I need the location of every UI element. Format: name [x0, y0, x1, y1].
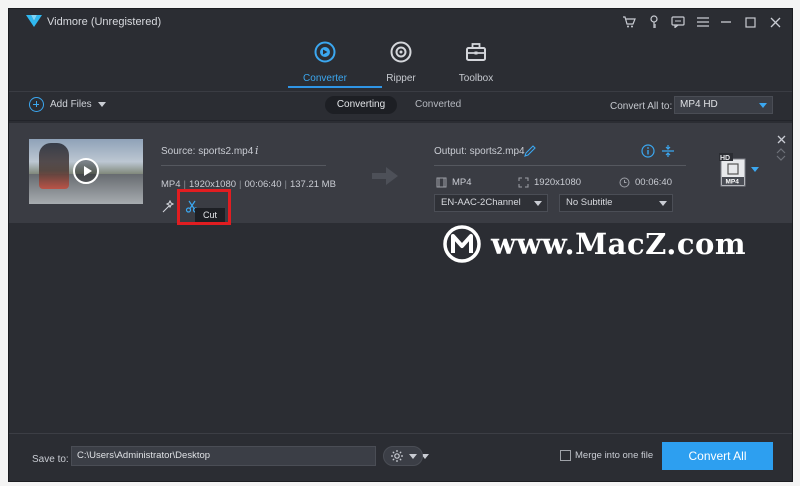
play-icon[interactable] — [73, 158, 99, 184]
divider — [434, 165, 686, 166]
info-icon[interactable]: i — [255, 144, 259, 157]
chevron-down-icon — [534, 201, 542, 206]
add-icon — [29, 97, 44, 112]
toolbox-icon — [466, 43, 486, 61]
divider — [161, 165, 326, 166]
output-resolution: 1920x1080 — [534, 177, 582, 188]
tab-toolbox[interactable]: Toolbox — [441, 41, 511, 84]
close-icon[interactable] — [767, 14, 783, 30]
output-format-info: MP4 — [436, 177, 472, 188]
macz-logo — [443, 225, 481, 263]
save-to-label: Save to: — [32, 454, 69, 465]
app-title: Vidmore (Unregistered) — [47, 16, 162, 28]
convert-all-format-value: MP4 HD — [680, 99, 718, 110]
convert-all-format-select[interactable]: MP4 HD — [674, 96, 773, 114]
active-tab-indicator — [288, 86, 382, 88]
tab-converter-label: Converter — [303, 73, 347, 84]
watermark-text: www.MacZ.com — [491, 227, 747, 261]
convert-all-button[interactable]: Convert All — [662, 442, 773, 470]
film-icon — [436, 177, 447, 188]
output-duration-info: 00:06:40 — [619, 177, 672, 188]
output-format-tile[interactable]: HD MP4 — [719, 153, 747, 187]
app-window: Vidmore (Unregistered) Converter Ripper … — [8, 8, 793, 482]
arrow-right-icon — [372, 167, 398, 185]
clock-icon — [619, 177, 630, 188]
format-tile-hd: HD — [720, 155, 730, 162]
chevron-down-icon — [759, 103, 767, 108]
tab-toolbox-label: Toolbox — [458, 73, 494, 84]
move-up-icon[interactable] — [776, 147, 786, 154]
merge-checkbox[interactable] — [560, 450, 571, 461]
compress-icon[interactable] — [661, 144, 675, 158]
enhance-icon[interactable] — [161, 200, 175, 214]
output-format: MP4 — [452, 177, 472, 188]
remove-item-icon[interactable] — [777, 135, 786, 144]
converter-icon — [314, 41, 336, 63]
add-files-label: Add Files — [50, 99, 92, 110]
save-path-value: C:\Users\Administrator\Desktop — [77, 450, 211, 461]
tab-converted[interactable]: Converted — [415, 96, 465, 114]
add-files-button[interactable]: Add Files — [29, 97, 106, 112]
tab-converting[interactable]: Converting — [325, 96, 397, 114]
save-path-input[interactable]: C:\Users\Administrator\Desktop — [71, 446, 429, 466]
chevron-down-icon[interactable] — [97, 102, 106, 107]
cart-icon[interactable] — [621, 14, 637, 30]
video-thumbnail[interactable] — [29, 139, 143, 204]
settings-button[interactable] — [383, 446, 423, 466]
convert-all-to-label: Convert All to: — [610, 101, 673, 112]
bottom-bar: Save to: C:\Users\Administrator\Desktop … — [9, 433, 792, 481]
output-resolution-info: 1920x1080 — [518, 177, 581, 188]
tab-ripper[interactable]: Ripper — [366, 41, 436, 84]
source-duration: 00:06:40 — [244, 179, 282, 190]
audio-track-select[interactable]: EN-AAC-2Channel — [434, 194, 548, 212]
info-circle-icon[interactable] — [641, 144, 655, 158]
tab-converter[interactable]: Converter — [290, 41, 360, 84]
gear-icon — [391, 450, 403, 462]
watermark: www.MacZ.com — [441, 223, 746, 265]
menu-icon[interactable] — [695, 14, 711, 30]
resolution-icon — [518, 177, 529, 188]
disc-icon — [390, 41, 412, 63]
format-tile-mp4: MP4 — [726, 179, 740, 186]
source-filename: Source: sports2.mp4 — [161, 146, 254, 157]
audio-track-value: EN-AAC-2Channel — [441, 197, 521, 208]
cut-tooltip: Cut — [195, 208, 225, 222]
maximize-icon[interactable] — [742, 14, 758, 30]
tab-ripper-label: Ripper — [386, 73, 416, 84]
edit-icon[interactable] — [524, 145, 536, 157]
file-item-row: Source: sports2.mp4 i MP4 | 1920x1080 | 00:0… — [9, 123, 792, 225]
chevron-down-icon — [409, 454, 417, 459]
chevron-down-icon — [659, 201, 667, 206]
chevron-down-icon[interactable] — [751, 167, 759, 172]
title-bar: Vidmore (Unregistered) — [9, 9, 792, 35]
toolbar: Add Files Converting Converted Convert A… — [9, 91, 792, 121]
key-icon[interactable] — [646, 14, 662, 30]
subtitle-select[interactable]: No Subtitle — [559, 194, 673, 212]
merge-option[interactable]: Merge into one file — [560, 450, 653, 461]
source-size: 137.21 MB — [289, 179, 336, 190]
merge-label: Merge into one file — [575, 450, 654, 461]
feedback-icon[interactable] — [670, 14, 686, 30]
move-down-icon[interactable] — [776, 155, 786, 162]
output-filename: Output: sports2.mp4 — [434, 146, 525, 157]
subtitle-value: No Subtitle — [566, 197, 613, 208]
minimize-icon[interactable] — [718, 14, 734, 30]
vidmore-logo — [26, 15, 42, 27]
output-duration: 00:06:40 — [635, 177, 672, 188]
